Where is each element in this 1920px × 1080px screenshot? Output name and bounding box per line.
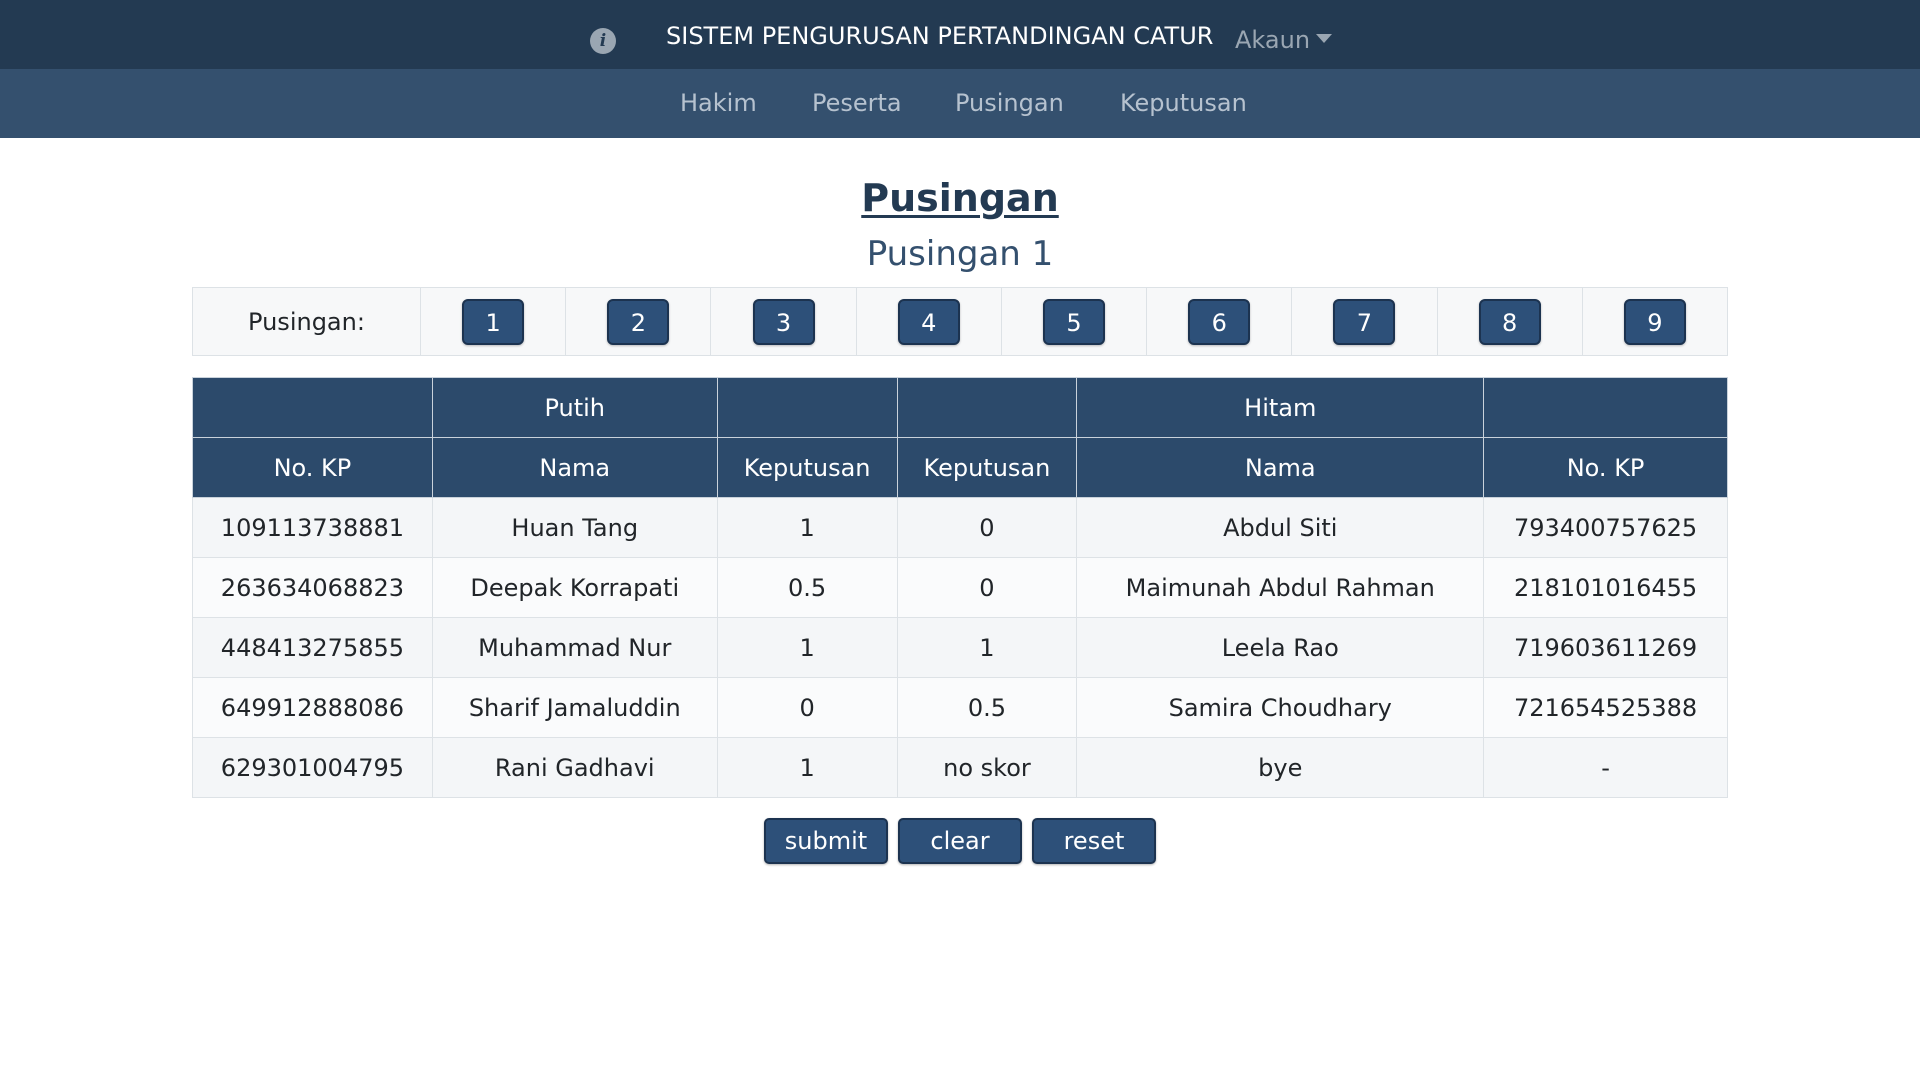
white-name-cell: Deepak Korrapati	[431, 557, 718, 618]
column-header-black-result: Keputusan	[896, 437, 1078, 498]
black-id-cell: 721654525388	[1483, 677, 1728, 738]
white-id-cell: 649912888086	[192, 677, 433, 738]
group-header-empty	[896, 377, 1078, 438]
white-id-cell: 109113738881	[192, 497, 433, 558]
round-button-2[interactable]: 2	[607, 298, 670, 345]
round-cell: 2	[565, 287, 712, 356]
nav-item-peserta[interactable]: Peserta	[812, 69, 902, 138]
black-result-cell[interactable]: no skor	[896, 737, 1078, 798]
pairings-table: Putih Hitam No. KP Nama Keputusan Keputu…	[192, 377, 1728, 798]
group-header-white: Putih	[431, 377, 718, 438]
group-header-empty	[192, 377, 433, 438]
black-name-cell: Maimunah Abdul Rahman	[1076, 557, 1485, 618]
column-header-row: No. KP Nama Keputusan Keputusan Nama No.…	[192, 437, 1728, 498]
black-name-cell: bye	[1076, 737, 1485, 798]
column-header-black-id: No. KP	[1483, 437, 1728, 498]
round-cell: 3	[710, 287, 857, 356]
black-id-cell: 719603611269	[1483, 617, 1728, 678]
white-name-cell: Rani Gadhavi	[431, 737, 718, 798]
round-button-3[interactable]: 3	[752, 298, 815, 345]
caret-down-icon	[1316, 33, 1333, 43]
table-row: 263634068823 Deepak Korrapati 0.5 0 Maim…	[192, 557, 1728, 618]
column-header-white-name: Nama	[431, 437, 718, 498]
round-button-9[interactable]: 9	[1623, 298, 1686, 345]
table-row: 629301004795 Rani Gadhavi 1 no skor bye …	[192, 737, 1728, 798]
page-title: Pusingan	[861, 176, 1059, 220]
round-selector: Pusingan: 1 2 3 4 5 6 7 8 9	[192, 287, 1729, 356]
black-name-cell: Samira Choudhary	[1076, 677, 1485, 738]
white-result-cell[interactable]: 1	[716, 497, 898, 558]
black-id-cell: 218101016455	[1483, 557, 1728, 618]
nav-item-hakim[interactable]: Hakim	[680, 69, 757, 138]
page-subtitle: Pusingan 1	[866, 234, 1054, 274]
round-cell: 4	[855, 287, 1002, 356]
black-result-cell[interactable]: 0	[896, 557, 1078, 618]
account-dropdown[interactable]: Akaun	[1235, 22, 1333, 58]
submit-button[interactable]: submit	[764, 818, 888, 864]
round-selector-label: Pusingan:	[192, 287, 421, 356]
group-header-empty	[716, 377, 898, 438]
round-button-7[interactable]: 7	[1333, 298, 1396, 345]
black-result-cell[interactable]: 0	[896, 497, 1078, 558]
white-name-cell: Sharif Jamaluddin	[431, 677, 718, 738]
main-nav: Hakim Peserta Pusingan Keputusan	[0, 69, 1920, 138]
white-result-cell[interactable]: 0.5	[716, 557, 898, 618]
round-cell: 7	[1291, 287, 1438, 356]
black-result-cell[interactable]: 1	[896, 617, 1078, 678]
white-id-cell: 263634068823	[192, 557, 433, 618]
column-header-white-id: No. KP	[192, 437, 433, 498]
white-result-cell[interactable]: 1	[716, 737, 898, 798]
round-cell: 6	[1146, 287, 1293, 356]
black-result-cell[interactable]: 0.5	[896, 677, 1078, 738]
black-name-cell: Leela Rao	[1076, 617, 1485, 678]
group-header-empty	[1483, 377, 1728, 438]
white-result-cell[interactable]: 1	[716, 617, 898, 678]
round-button-5[interactable]: 5	[1042, 298, 1105, 345]
app-title: SISTEM PENGURUSAN PERTANDINGAN CATUR	[666, 22, 1214, 50]
white-id-cell: 448413275855	[192, 617, 433, 678]
account-label: Akaun	[1235, 26, 1311, 54]
column-header-white-result: Keputusan	[716, 437, 898, 498]
reset-button[interactable]: reset	[1032, 818, 1156, 864]
info-icon[interactable]: i	[590, 28, 616, 54]
round-cell: 9	[1581, 287, 1729, 356]
round-cell: 8	[1436, 287, 1583, 356]
white-name-cell: Huan Tang	[431, 497, 718, 558]
round-cell: 5	[1000, 287, 1148, 356]
white-id-cell: 629301004795	[192, 737, 433, 798]
black-id-cell: 793400757625	[1483, 497, 1728, 558]
black-id-cell: -	[1483, 737, 1728, 798]
nav-item-keputusan[interactable]: Keputusan	[1120, 69, 1247, 138]
black-name-cell: Abdul Siti	[1076, 497, 1485, 558]
round-cell: 1	[419, 287, 567, 356]
round-button-4[interactable]: 4	[897, 298, 960, 345]
nav-item-pusingan[interactable]: Pusingan	[955, 69, 1064, 138]
group-header-row: Putih Hitam	[192, 377, 1728, 438]
table-row: 448413275855 Muhammad Nur 1 1 Leela Rao …	[192, 617, 1728, 678]
group-header-black: Hitam	[1076, 377, 1485, 438]
top-navbar: i SISTEM PENGURUSAN PERTANDINGAN CATUR A…	[0, 0, 1920, 69]
round-button-6[interactable]: 6	[1188, 298, 1251, 345]
white-name-cell: Muhammad Nur	[431, 617, 718, 678]
round-button-1[interactable]: 1	[462, 298, 525, 345]
table-row: 109113738881 Huan Tang 1 0 Abdul Siti 79…	[192, 497, 1728, 558]
column-header-black-name: Nama	[1076, 437, 1485, 498]
form-actions: submit clear reset	[0, 818, 1920, 864]
clear-button[interactable]: clear	[898, 818, 1022, 864]
white-result-cell[interactable]: 0	[716, 677, 898, 738]
round-button-8[interactable]: 8	[1478, 298, 1541, 345]
table-row: 649912888086 Sharif Jamaluddin 0 0.5 Sam…	[192, 677, 1728, 738]
